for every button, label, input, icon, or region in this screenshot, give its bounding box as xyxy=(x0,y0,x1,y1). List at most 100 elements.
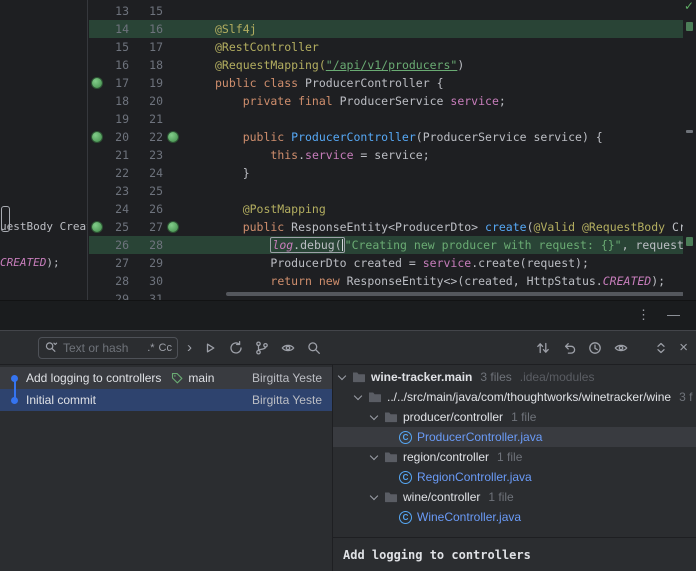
tree-label: WineController.java xyxy=(417,510,521,524)
typed-code-box: log.debug( xyxy=(270,237,344,253)
left-editor-scrollbar-thumb[interactable] xyxy=(1,206,10,232)
code-line[interactable]: 24 26 @PostMapping xyxy=(89,200,683,218)
chevron-down-icon[interactable] xyxy=(354,391,362,399)
old-line-number: 19 xyxy=(103,110,129,128)
old-line-number: 18 xyxy=(103,92,129,110)
old-line-number: 25 xyxy=(103,218,129,236)
code-line[interactable]: 1921 xyxy=(89,110,683,128)
tree-dir-row[interactable]: region/controller1 file xyxy=(333,447,696,467)
code-token: @RequestMapping( xyxy=(215,58,326,72)
changes-browser: wine-tracker.main3 files.idea/modules../… xyxy=(333,365,696,571)
chevron-down-icon[interactable] xyxy=(370,411,378,419)
match-case-toggle[interactable]: Cc xyxy=(159,342,172,354)
code-line[interactable]: 2830return new ResponseEntity<>(created,… xyxy=(89,272,683,290)
clock-icon[interactable] xyxy=(587,340,603,356)
collapse-branches-icon[interactable] xyxy=(561,340,577,356)
chevron-right-icon[interactable]: › xyxy=(187,340,192,356)
eye-icon[interactable] xyxy=(280,340,296,356)
regex-toggle[interactable]: .* xyxy=(147,342,154,354)
code-token: service xyxy=(305,148,353,162)
added-change-marker[interactable] xyxy=(686,22,693,31)
refresh-icon[interactable] xyxy=(228,340,244,356)
panel-splitter[interactable]: ⋮ — xyxy=(0,300,696,330)
chevron-down-icon[interactable] xyxy=(338,371,346,379)
code-line[interactable]: 2527public ResponseEntity<ProducerDto> c… xyxy=(89,218,683,236)
tree-dir-row[interactable]: ../../src/main/java/com/thoughtworks/win… xyxy=(333,387,696,407)
branch-icon[interactable] xyxy=(254,340,270,356)
code-token: @RestController xyxy=(215,40,319,54)
code-token: uestBody Creat xyxy=(0,220,88,233)
code-line[interactable]: 2729ProducerDto created = service.create… xyxy=(89,254,683,272)
new-line-number: 26 xyxy=(137,200,163,218)
code-token: public xyxy=(243,130,291,144)
commit-row[interactable]: Initial commitBirgitta Yeste xyxy=(0,389,332,411)
tree-file-row[interactable]: CProducerController.java xyxy=(333,427,696,447)
inspections-ok-icon[interactable]: ✓ xyxy=(684,0,694,13)
code-line[interactable]: 1719public class ProducerController { xyxy=(89,74,683,92)
code-line[interactable]: 2325 xyxy=(89,182,683,200)
code-token: ; xyxy=(499,94,506,108)
sort-icon[interactable] xyxy=(535,340,551,356)
old-line-number: 16 xyxy=(103,56,129,74)
spring-bean-icon[interactable] xyxy=(168,222,178,232)
code-text: @RestController xyxy=(215,38,319,56)
code-token: public xyxy=(243,220,291,234)
diff-editor-lines: 13151416@Slf4j1517@RestController16 18 @Re… xyxy=(89,0,683,300)
spring-bean-icon[interactable] xyxy=(168,132,178,142)
tree-dir-row[interactable]: wine-tracker.main3 files.idea/modules xyxy=(333,367,696,387)
tree-label: region/controller xyxy=(403,450,489,464)
old-line-number: 24 xyxy=(103,200,129,218)
spring-bean-icon[interactable] xyxy=(92,132,102,142)
code-line[interactable]: 2123this.service = service; xyxy=(89,146,683,164)
tree-file-row[interactable]: CRegionController.java xyxy=(333,467,696,487)
code-token: service xyxy=(450,94,498,108)
log-search-field[interactable]: Text or hash .* Cc xyxy=(38,337,178,359)
diff-right-pane[interactable]: 13151416@Slf4j1517@RestController16 18 @Re… xyxy=(89,0,683,300)
new-line-number: 18 xyxy=(137,56,163,74)
find-icon[interactable] xyxy=(306,340,322,356)
unfold-icon[interactable] xyxy=(653,340,669,356)
branch-label[interactable]: main xyxy=(171,371,214,385)
hide-panel-icon[interactable]: — xyxy=(667,307,680,323)
added-change-marker[interactable] xyxy=(686,237,693,246)
code-line[interactable]: 1618@RequestMapping("/api/v1/producers") xyxy=(89,56,683,74)
search-icon xyxy=(44,340,59,355)
new-line-number: 22 xyxy=(137,128,163,146)
code-line[interactable]: 2628log.debug("Creating new producer wit… xyxy=(89,236,683,254)
code-line[interactable]: 1315 xyxy=(89,2,683,20)
more-options-icon[interactable]: ⋮ xyxy=(637,307,650,323)
code-token: } xyxy=(243,166,250,180)
play-icon[interactable] xyxy=(202,340,218,356)
old-line-number: 15 xyxy=(103,38,129,56)
folder-icon xyxy=(352,371,366,383)
code-token: ResponseEntity<>(created, HttpStatus. xyxy=(347,274,603,288)
view-options-icon[interactable] xyxy=(613,340,629,356)
code-line[interactable]: 2224} xyxy=(89,164,683,182)
chevron-down-icon[interactable] xyxy=(370,451,378,459)
code-token: ProducerController xyxy=(291,130,416,144)
spring-bean-icon[interactable] xyxy=(92,222,102,232)
tree-file-row[interactable]: CWineController.java xyxy=(333,507,696,527)
commit-graph-dot xyxy=(11,375,18,382)
code-token: ); xyxy=(46,256,59,269)
tree-meta: 3 files xyxy=(480,370,511,384)
close-icon[interactable]: × xyxy=(679,340,688,356)
code-token: @PostMapping xyxy=(243,202,326,216)
commit-author: Birgitta Yeste xyxy=(252,393,332,407)
code-fragment: CREATED); xyxy=(0,254,60,272)
tree-dir-row[interactable]: producer/controller1 file xyxy=(333,407,696,427)
horizontal-scrollbar[interactable] xyxy=(226,292,683,296)
tree-dir-row[interactable]: wine/controller1 file xyxy=(333,487,696,507)
code-line[interactable]: 1820private final ProducerService servic… xyxy=(89,92,683,110)
commit-message-panel[interactable]: Add logging to controllers xyxy=(333,537,696,571)
code-text: public ResponseEntity<ProducerDto> creat… xyxy=(215,218,683,236)
code-line[interactable]: 2022public ProducerController(ProducerSe… xyxy=(89,128,683,146)
spring-bean-icon[interactable] xyxy=(92,78,102,88)
commit-row[interactable]: Add logging to controllersmainBirgitta Y… xyxy=(0,367,332,389)
chevron-down-icon[interactable] xyxy=(370,491,378,499)
code-line[interactable]: 1517@RestController xyxy=(89,38,683,56)
code-line[interactable]: 1416@Slf4j xyxy=(89,20,683,38)
diff-left-pane[interactable]: uestBody Creat CREATED); xyxy=(0,0,88,300)
editor-scrollbar[interactable]: ✓ xyxy=(683,0,696,300)
log-toolbar-right: × xyxy=(525,340,688,356)
